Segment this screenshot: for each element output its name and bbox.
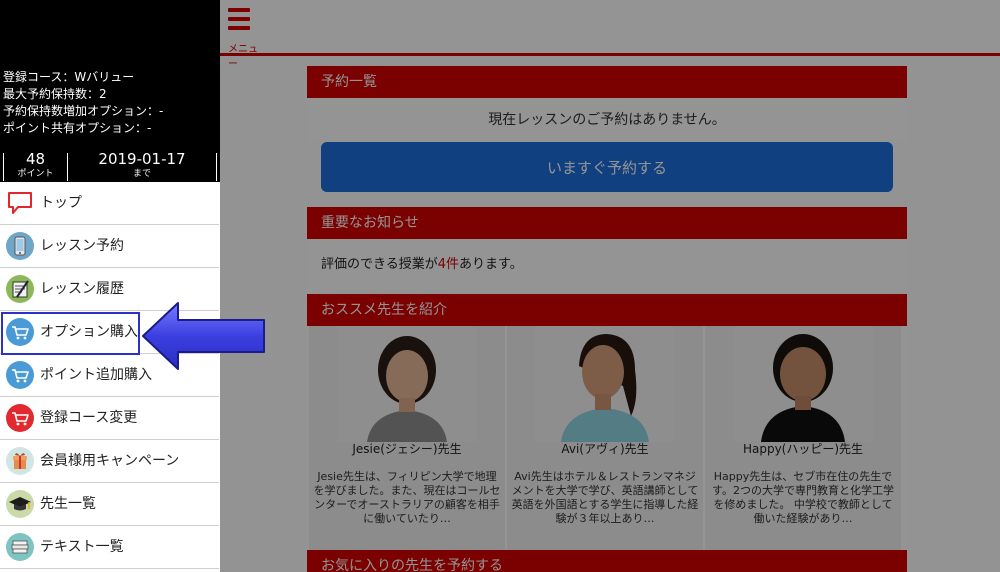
points-stat: 48 ポイント (4, 151, 67, 183)
books-icon (6, 533, 34, 561)
sidebar-item-label: トップ (40, 195, 82, 211)
smartphone-icon (6, 232, 34, 260)
sidebar-item-label: テキスト一覧 (40, 539, 124, 555)
sidebar: 登録コース：Wバリュー 最大予約保持数：2 予約保持数増加オプション：- ポイン… (0, 0, 220, 572)
graduation-cap-icon (6, 490, 34, 518)
sidebar-item-lesson-reservation[interactable]: レッスン予約 (0, 225, 219, 268)
points-label: ポイント (17, 169, 54, 179)
expiry-stat: 2019-01-17 まで (68, 151, 216, 183)
sidebar-item-top[interactable]: トップ (0, 182, 219, 225)
dim-overlay[interactable] (220, 0, 1000, 572)
sidebar-item-label: ポイント追加購入 (40, 367, 152, 383)
point-share-option-info: ポイント共有オプション：- (3, 121, 152, 135)
points-value: 48 (25, 150, 46, 168)
stat-divider (216, 153, 217, 181)
cart-icon (6, 404, 34, 432)
left-pointing-arrow-icon (140, 300, 268, 372)
account-info-lines: 登録コース：Wバリュー 最大予約保持数：2 予約保持数増加オプション：- ポイン… (3, 69, 163, 137)
cart-icon (6, 361, 34, 389)
sidebar-item-label: 登録コース変更 (40, 410, 138, 426)
notebook-pen-icon (6, 275, 34, 303)
account-info-panel: 登録コース：Wバリュー 最大予約保持数：2 予約保持数増加オプション：- ポイン… (0, 0, 220, 182)
sidebar-item-label: レッスン履歴 (40, 281, 124, 297)
max-reservations-info: 最大予約保持数：2 (3, 87, 107, 101)
sidebar-item-label: 先生一覧 (40, 496, 96, 512)
sidebar-item-label: レッスン予約 (40, 238, 124, 254)
sidebar-item-teacher-list[interactable]: 先生一覧 (0, 483, 219, 526)
reservation-option-info: 予約保持数増加オプション：- (3, 104, 164, 118)
expiry-label: まで (132, 169, 151, 179)
main-content: メニュー 予約一覧 現在レッスンのご予約はありません。 いますぐ予約する 重要な… (220, 0, 1000, 572)
sidebar-item-campaign[interactable]: 会員様用キャンペーン (0, 440, 219, 483)
expiry-value: 2019-01-17 (98, 150, 186, 168)
sidebar-item-label: 会員様用キャンペーン (40, 453, 180, 469)
sidebar-item-text-list[interactable]: テキスト一覧 (0, 526, 219, 569)
course-info: 登録コース：Wバリュー (3, 70, 135, 84)
option-purchase-highlight (1, 312, 140, 355)
sidebar-item-course-change[interactable]: 登録コース変更 (0, 397, 219, 440)
gift-icon (6, 447, 34, 475)
stats-row: 48 ポイント 2019-01-17 まで (0, 150, 220, 182)
speech-bubble-icon (6, 189, 34, 217)
